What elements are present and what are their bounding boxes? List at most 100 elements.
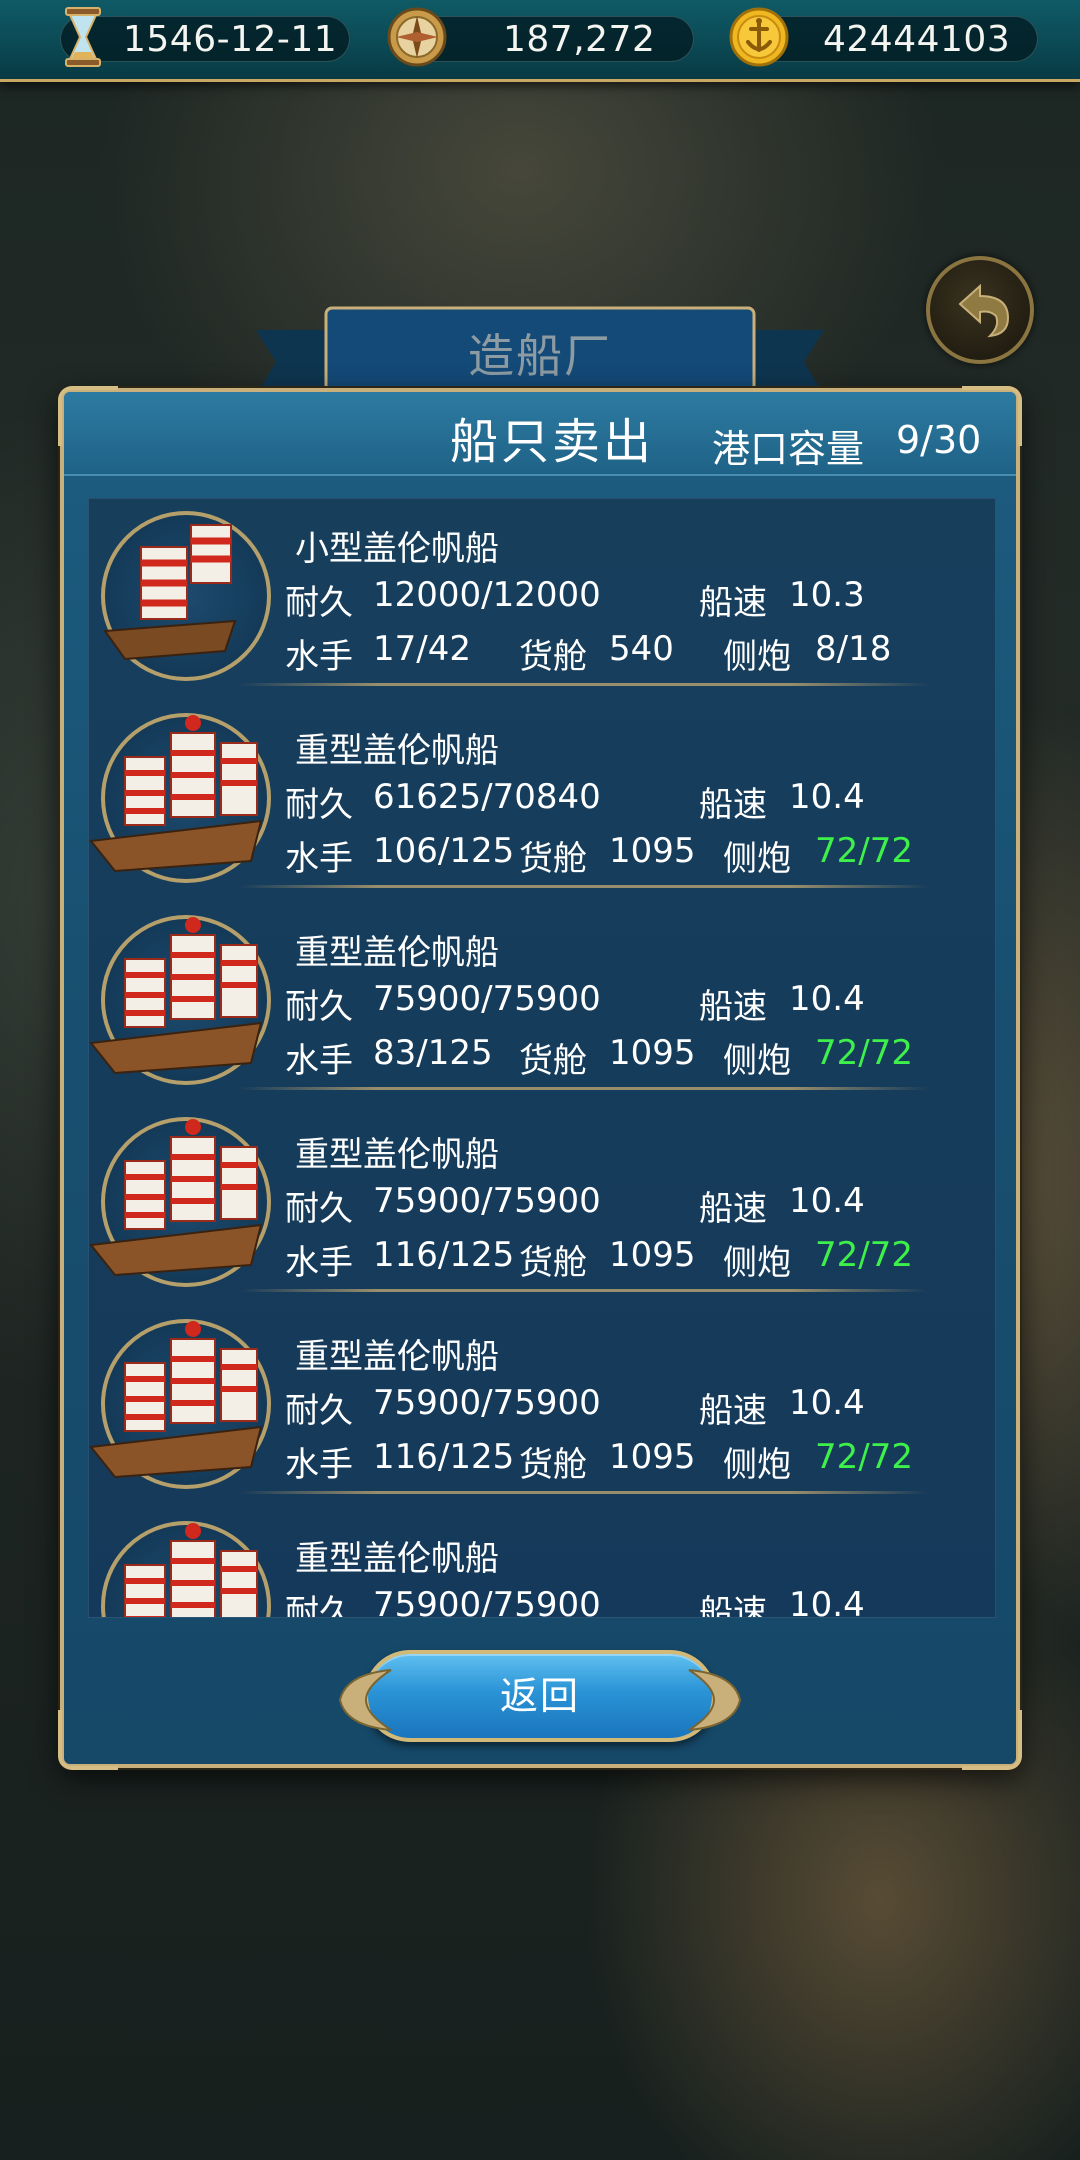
crew-value: 116/125 <box>373 1235 515 1275</box>
cannons-label: 侧炮 <box>723 1041 791 1081</box>
cargo-value: 1095 <box>609 831 696 871</box>
panel-header: 船只卖出 港口容量 9/30 <box>64 392 1016 476</box>
cannons-value: 72/72 <box>815 1437 913 1477</box>
panel-corner-ornament <box>58 1710 118 1770</box>
row-divider <box>239 683 929 686</box>
shipyard-title: 造船厂 <box>468 329 612 383</box>
ship-row[interactable]: 重型盖伦帆船耐久75900/75900船速10.4水手货舱侧炮 <box>89 1509 995 1618</box>
top-status-bar: 1546-12-11 187,272 42444103 <box>0 0 1080 82</box>
ship-row[interactable]: 重型盖伦帆船耐久 75900/75900 船速 10.4 水手 116/125 货舱 1095… <box>89 1307 995 1509</box>
ship-name: 重型盖伦帆船 <box>295 731 499 771</box>
cargo-label: 货舱 <box>519 839 587 879</box>
cargo-label: 货舱 <box>519 1445 587 1485</box>
ship-row[interactable]: 重型盖伦帆船耐久 61625/70840 船速 10.4 水手 106/125 货舱 1095… <box>89 701 995 903</box>
durability-label: 耐久 <box>285 785 353 825</box>
durability-value: 75900/75900 <box>373 1585 601 1618</box>
ship-icon <box>89 1119 263 1277</box>
date-value: 1546-12-11 <box>123 19 338 60</box>
cargo-value: 1095 <box>609 1235 696 1275</box>
row-divider <box>239 1087 929 1090</box>
speed-value: 10.3 <box>789 575 865 615</box>
ship-sell-panel: 船只卖出 港口容量 9/30 小型盖伦帆船耐久 12000/12000 船速 10.3… <box>58 386 1022 1770</box>
ship-row[interactable]: 小型盖伦帆船耐久 12000/12000 船速 10.3 水手 17/42 货舱 540 侧炮 8… <box>89 499 995 701</box>
durability-value: 61625/70840 <box>373 777 601 817</box>
return-button[interactable]: 返回 <box>338 1650 742 1742</box>
ship-name: 重型盖伦帆船 <box>295 1337 499 1377</box>
ship-icon <box>103 524 237 661</box>
speed-label: 船速 <box>699 583 767 623</box>
speed-label: 船速 <box>699 987 767 1027</box>
ship-name: 重型盖伦帆船 <box>295 1539 499 1579</box>
button-wing-ornament <box>688 1669 742 1731</box>
ship-icon <box>124 1523 258 1617</box>
button-wing-ornament <box>338 1669 392 1731</box>
speed-label: 船速 <box>699 785 767 825</box>
durability-value: 75900/75900 <box>373 1181 601 1221</box>
crew-value: 106/125 <box>373 831 515 871</box>
crew-label: 水手 <box>285 1445 353 1485</box>
panel-corner-ornament <box>962 1710 1022 1770</box>
cannons-label: 侧炮 <box>723 637 791 677</box>
port-capacity-label: 港口容量 <box>712 427 865 471</box>
ship-name: 重型盖伦帆船 <box>295 1135 499 1175</box>
durability-label: 耐久 <box>285 1391 353 1431</box>
cargo-label: 货舱 <box>519 1243 587 1283</box>
speed-label: 船速 <box>699 1189 767 1229</box>
cargo-value: 1095 <box>609 1033 696 1073</box>
crew-label: 水手 <box>285 1041 353 1081</box>
compass-icon <box>387 7 447 67</box>
cargo-value: 540 <box>609 629 674 669</box>
cannons-value: 72/72 <box>815 1033 913 1073</box>
cannons-label: 侧炮 <box>723 839 791 879</box>
crew-label: 水手 <box>285 1243 353 1283</box>
durability-value: 75900/75900 <box>373 979 601 1019</box>
crew-label: 水手 <box>285 839 353 879</box>
durability-label: 耐久 <box>285 1593 353 1618</box>
panel-title: 船只卖出 <box>450 414 655 470</box>
reputation-value: 187,272 <box>503 19 656 60</box>
ship-icon <box>89 917 263 1075</box>
durability-value: 12000/12000 <box>373 575 601 615</box>
cargo-value: 1095 <box>609 1437 696 1477</box>
row-divider <box>239 1289 929 1292</box>
ship-icon <box>89 1321 263 1479</box>
crew-value: 83/125 <box>373 1033 493 1073</box>
durability-label: 耐久 <box>285 987 353 1027</box>
ship-row[interactable]: 重型盖伦帆船耐久 75900/75900 船速 10.4 水手 116/125 货舱 1095… <box>89 1105 995 1307</box>
crew-value: 116/125 <box>373 1437 515 1477</box>
cannons-value: 72/72 <box>815 831 913 871</box>
cannons-value: 8/18 <box>815 629 892 669</box>
ship-name: 小型盖伦帆船 <box>295 529 499 569</box>
return-button-label: 返回 <box>499 1674 580 1718</box>
durability-label: 耐久 <box>285 583 353 623</box>
port-capacity-value: 9/30 <box>896 418 982 462</box>
speed-label: 船速 <box>699 1391 767 1431</box>
gold-value: 42444103 <box>823 19 1011 60</box>
ship-row[interactable]: 重型盖伦帆船耐久 75900/75900 船速 10.4 水手 83/125 货舱 1095 侧… <box>89 903 995 1105</box>
ship-icon <box>89 715 263 873</box>
cannons-label: 侧炮 <box>723 1445 791 1485</box>
speed-value: 10.4 <box>789 777 865 817</box>
hourglass-icon <box>65 7 101 67</box>
crew-label: 水手 <box>285 637 353 677</box>
speed-value: 10.4 <box>789 1383 865 1423</box>
cargo-label: 货舱 <box>519 1041 587 1081</box>
ship-name: 重型盖伦帆船 <box>295 933 499 973</box>
speed-value: 10.4 <box>789 979 865 1019</box>
speed-label: 船速 <box>699 1593 767 1618</box>
cargo-label: 货舱 <box>519 637 587 677</box>
durability-label: 耐久 <box>285 1189 353 1229</box>
speed-value: 10.4 <box>789 1585 865 1618</box>
ship-list[interactable]: 小型盖伦帆船耐久 12000/12000 船速 10.3 水手 17/42 货舱 540 侧炮 8… <box>88 498 996 1618</box>
speed-value: 10.4 <box>789 1181 865 1221</box>
cannons-label: 侧炮 <box>723 1243 791 1283</box>
durability-value: 75900/75900 <box>373 1383 601 1423</box>
gold-coin-anchor-icon <box>729 7 789 67</box>
shipyard-banner: 造船厂 <box>256 300 824 402</box>
back-arrow-button[interactable] <box>926 256 1034 364</box>
crew-value: 17/42 <box>373 629 471 669</box>
cannons-value: 72/72 <box>815 1235 913 1275</box>
row-divider <box>239 885 929 888</box>
row-divider <box>239 1491 929 1494</box>
back-arrow-icon <box>958 283 1010 338</box>
